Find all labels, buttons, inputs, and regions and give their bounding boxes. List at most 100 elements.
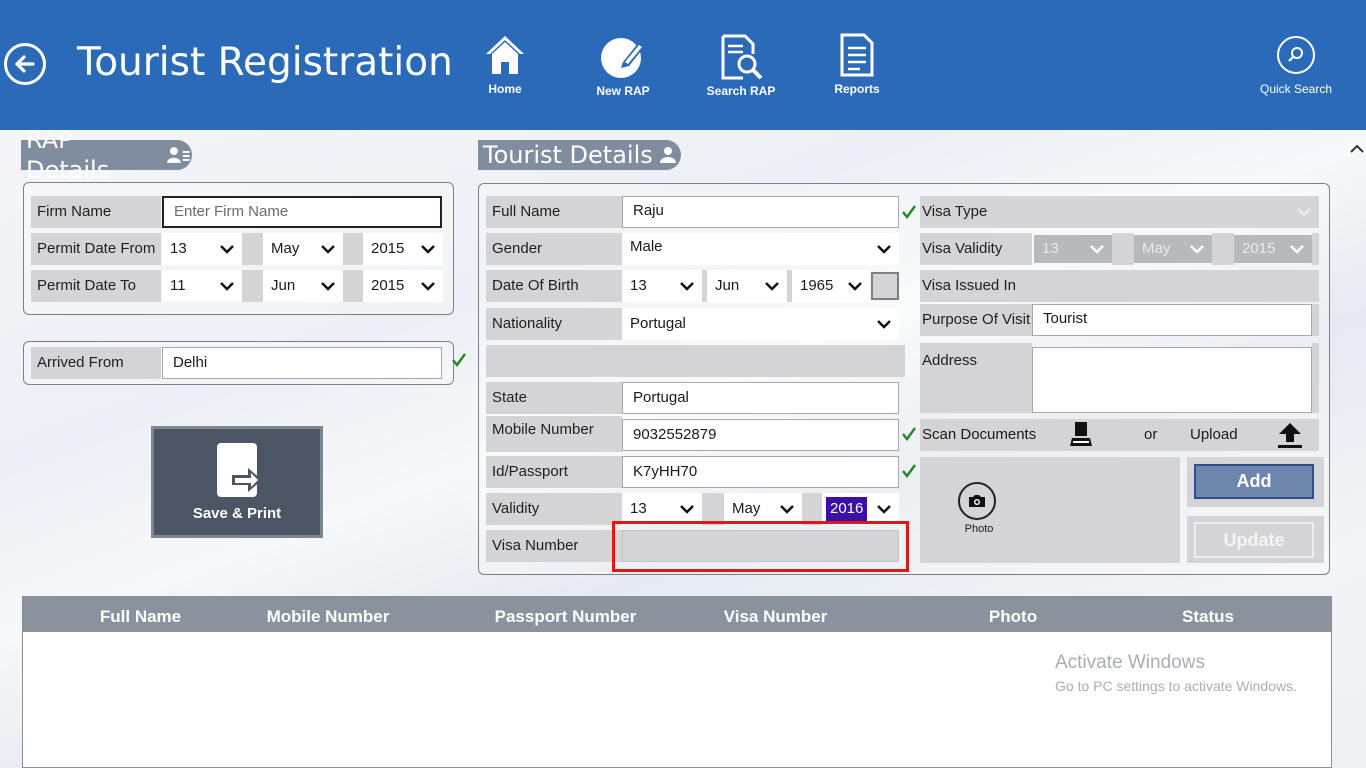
visa-issued-label: Visa Issued In <box>920 270 1032 302</box>
nav-search-rap-button[interactable]: Search RAP <box>696 32 786 98</box>
firm-name-input[interactable]: Enter Firm Name <box>162 196 442 228</box>
permit-to-day-value: 11 <box>170 277 186 294</box>
select-gap <box>242 233 263 265</box>
visa-validity-label: Visa Validity <box>920 233 1032 265</box>
save-print-label: Save & Print <box>192 505 282 522</box>
vertical-scrollbar[interactable] <box>1348 130 1366 768</box>
check-icon <box>902 205 916 219</box>
chevron-down-icon <box>220 282 234 291</box>
quick-search-label: Quick Search <box>1259 82 1333 96</box>
chevron-down-icon <box>321 282 335 291</box>
col-passport-number[interactable]: Passport Number <box>478 597 653 632</box>
nav-new-rap-button[interactable]: New RAP <box>578 32 668 98</box>
mobile-number-label: Mobile Number <box>486 416 622 452</box>
col-visa-number[interactable]: Visa Number <box>708 597 843 632</box>
col-status[interactable]: Status <box>1158 597 1258 632</box>
dob-year-select[interactable]: 1965 <box>792 270 870 302</box>
chevron-down-icon <box>877 505 891 514</box>
select-gap <box>1312 233 1319 265</box>
nationality-select[interactable]: Portugal <box>622 308 899 340</box>
chevron-down-icon <box>680 505 694 514</box>
save-print-button[interactable]: Save & Print <box>151 426 323 538</box>
watermark-subtitle: Go to PC settings to activate Windows. <box>1055 678 1297 694</box>
add-button[interactable]: Add <box>1194 464 1314 499</box>
chevron-down-icon <box>1190 245 1204 254</box>
permit-from-year-select[interactable]: 2015 <box>363 233 443 265</box>
validity-year-value: 2016 <box>826 497 868 521</box>
tourist-details-title: Tourist Details <box>483 141 653 169</box>
visa-issued-input[interactable] <box>1032 270 1319 302</box>
chevron-down-icon <box>1297 208 1311 217</box>
rap-details-header: RAP Details <box>21 126 192 184</box>
chevron-down-icon <box>421 282 435 291</box>
nav-home-button[interactable]: Home <box>460 32 550 96</box>
visa-validity-year-select[interactable]: 2015 <box>1234 235 1312 263</box>
full-name-input[interactable]: Raju <box>622 196 899 228</box>
page-title: Tourist Registration <box>77 40 453 85</box>
permit-from-month-value: May <box>271 240 300 257</box>
select-gap <box>242 270 263 302</box>
nav-reports-button[interactable]: Reports <box>812 32 902 96</box>
dob-day-select[interactable]: 13 <box>622 270 702 302</box>
validity-day-value: 13 <box>630 500 647 517</box>
chevron-down-icon <box>680 282 694 291</box>
permit-to-month-value: Jun <box>271 277 296 294</box>
permit-from-day-value: 13 <box>170 240 187 257</box>
chevron-down-icon <box>848 282 862 291</box>
chevron-up-icon[interactable] <box>1350 144 1364 154</box>
col-mobile-number[interactable]: Mobile Number <box>248 597 408 632</box>
photo-button[interactable] <box>958 482 998 520</box>
nav-search-rap-label: Search RAP <box>706 84 776 98</box>
gender-label: Gender <box>486 233 622 265</box>
photo-label: Photo <box>964 523 994 535</box>
chevron-down-icon <box>321 245 335 254</box>
or-label: or <box>1144 426 1158 443</box>
permit-to-month-select[interactable]: Jun <box>263 270 343 302</box>
back-button[interactable] <box>4 43 46 85</box>
col-full-name[interactable]: Full Name <box>73 597 208 632</box>
home-icon <box>486 36 524 74</box>
firm-name-label: Firm Name <box>31 196 161 228</box>
permit-from-day-select[interactable]: 13 <box>162 233 242 265</box>
dob-calendar-button[interactable] <box>871 272 899 300</box>
visa-validity-day-select[interactable]: 13 <box>1034 235 1112 263</box>
purpose-input[interactable]: Tourist <box>1032 304 1312 336</box>
tourist-details-header: Tourist Details <box>478 140 681 170</box>
upload-icon[interactable] <box>1276 421 1304 449</box>
chevron-down-icon <box>1090 245 1104 254</box>
visa-type-select[interactable] <box>1032 196 1319 228</box>
update-button[interactable]: Update <box>1194 522 1314 558</box>
visa-number-highlight <box>612 521 909 572</box>
quick-search-button[interactable]: Quick Search <box>1254 36 1338 96</box>
dob-day-value: 13 <box>630 277 647 294</box>
permit-to-day-select[interactable]: 11 <box>162 270 242 302</box>
permit-to-label: Permit Date To <box>31 270 161 302</box>
scanner-icon[interactable] <box>1068 420 1094 448</box>
visa-validity-month-select[interactable]: May <box>1134 235 1212 263</box>
id-passport-input[interactable]: K7yHH70 <box>622 456 899 488</box>
nav-reports-label: Reports <box>834 82 880 96</box>
rap-details-title: RAP Details <box>26 126 110 184</box>
user-icon <box>659 147 676 163</box>
chevron-down-icon <box>877 245 891 254</box>
blank-row <box>486 345 905 377</box>
permit-from-month-select[interactable]: May <box>263 233 343 265</box>
check-icon <box>452 353 466 367</box>
permit-to-year-select[interactable]: 2015 <box>363 270 443 302</box>
address-input[interactable] <box>1032 347 1312 413</box>
state-input[interactable]: Portugal <box>622 382 899 414</box>
dob-month-select[interactable]: Jun <box>707 270 787 302</box>
grid-header: Full Name Mobile Number Passport Number … <box>23 597 1331 632</box>
purpose-label: Purpose Of Visit <box>920 304 1032 336</box>
camera-icon <box>969 495 985 507</box>
permit-from-year-value: 2015 <box>371 240 405 257</box>
chevron-down-icon <box>765 282 779 291</box>
gender-select[interactable]: Male <box>622 233 899 265</box>
mobile-number-input[interactable]: 9032552879 <box>622 419 899 451</box>
dob-month-value: Jun <box>715 277 740 294</box>
edit-icon <box>601 38 645 78</box>
select-gap <box>1212 233 1234 265</box>
col-photo[interactable]: Photo <box>963 597 1063 632</box>
nationality-value: Portugal <box>630 315 686 332</box>
arrived-from-input[interactable]: Delhi <box>162 347 442 379</box>
